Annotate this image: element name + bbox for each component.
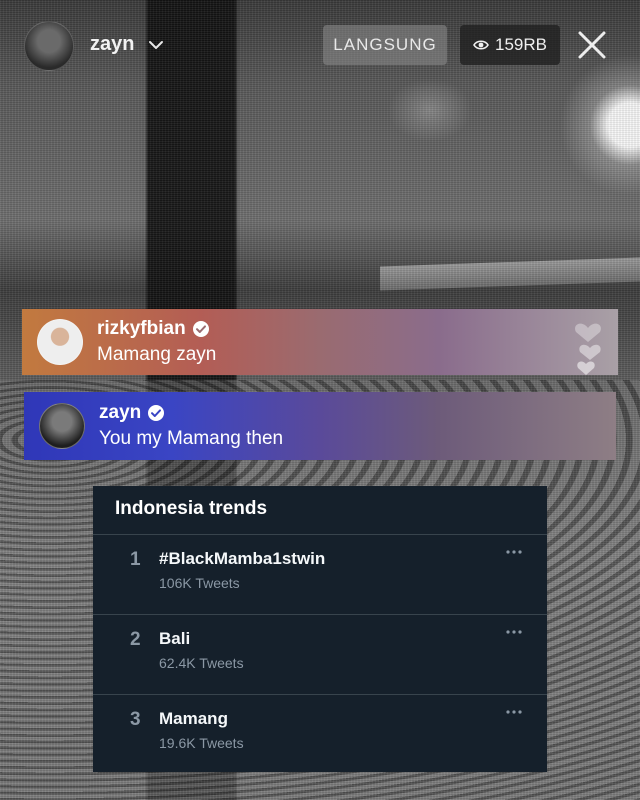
live-badge: LANGSUNG: [323, 25, 447, 65]
host-avatar[interactable]: [24, 21, 74, 71]
trend-row[interactable]: 2 Bali 62.4K Tweets: [93, 615, 547, 695]
trend-rank: 3: [130, 709, 141, 730]
viewer-count: 159RB: [495, 35, 547, 54]
comment-message: You my Mamang then: [99, 428, 284, 449]
trend-tweet-count: 106K Tweets: [159, 575, 240, 591]
trend-name[interactable]: #BlackMamba1stwin: [159, 549, 325, 569]
trend-row[interactable]: 1 #BlackMamba1stwin 106K Tweets: [93, 535, 547, 615]
comment-item[interactable]: rizkyfbian Mamang zayn: [22, 309, 618, 375]
trend-name[interactable]: Bali: [159, 629, 190, 649]
commenter-avatar[interactable]: [39, 403, 85, 449]
more-icon[interactable]: [506, 629, 522, 635]
comment-username: rizkyfbian: [97, 318, 186, 339]
trend-row[interactable]: 3 Mamang 19.6K Tweets: [93, 695, 547, 774]
chevron-down-icon[interactable]: [148, 37, 164, 53]
host-name[interactable]: zayn: [90, 33, 134, 56]
live-badge-label: LANGSUNG: [333, 35, 437, 54]
live-header: zayn LANGSUNG 159RB: [0, 0, 640, 90]
comment-message: Mamang zayn: [97, 344, 217, 365]
more-icon[interactable]: [506, 709, 522, 715]
trend-name[interactable]: Mamang: [159, 709, 228, 729]
trends-panel: Indonesia trends 1 #BlackMamba1stwin 106…: [93, 486, 547, 772]
comment-body: zayn You my Mamang then: [99, 401, 283, 451]
trend-rank: 1: [130, 549, 141, 570]
more-icon[interactable]: [506, 549, 522, 555]
verified-icon: [192, 321, 209, 337]
trend-tweet-count: 62.4K Tweets: [159, 655, 244, 671]
comment-user: rizkyfbian: [97, 317, 216, 341]
trends-title: Indonesia trends: [93, 486, 547, 535]
comment-username: zayn: [99, 402, 142, 423]
eye-icon: [473, 40, 489, 50]
close-icon[interactable]: [574, 27, 610, 63]
hearts-icon: [575, 323, 601, 375]
trend-rank: 2: [130, 629, 141, 650]
verified-icon: [148, 405, 165, 421]
comment-item[interactable]: zayn You my Mamang then: [24, 392, 616, 460]
viewer-count-badge: 159RB: [460, 25, 560, 65]
commenter-avatar[interactable]: [37, 319, 83, 365]
comment-body: rizkyfbian Mamang zayn: [97, 317, 216, 367]
trend-tweet-count: 19.6K Tweets: [159, 735, 244, 751]
comment-user: zayn: [99, 401, 283, 425]
